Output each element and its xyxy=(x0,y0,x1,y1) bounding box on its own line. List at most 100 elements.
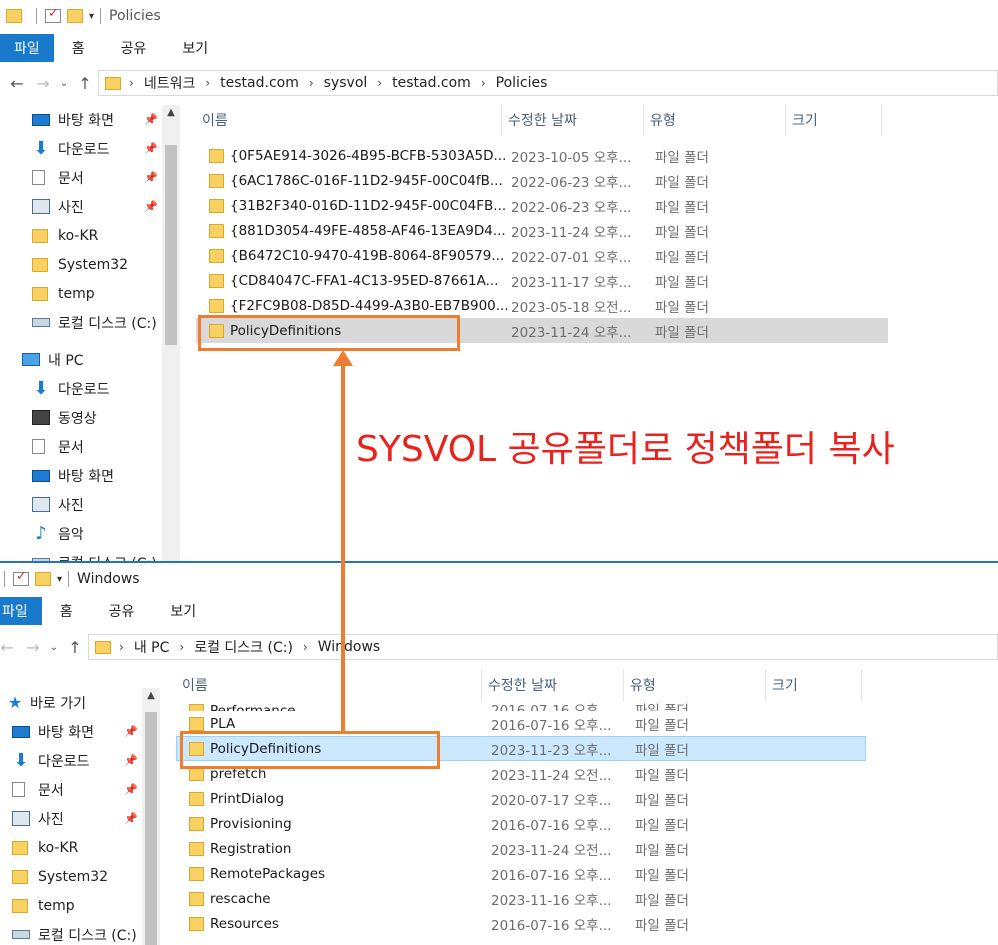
breadcrumb-domain[interactable]: testad.com xyxy=(220,75,299,91)
sidebar-item-desktop[interactable]: 바탕 화면 📌 xyxy=(32,105,180,134)
column-size[interactable]: 크기 xyxy=(786,104,882,136)
new-folder-icon[interactable] xyxy=(35,572,51,586)
breadcrumb-windows[interactable]: Windows xyxy=(318,639,381,655)
back-arrow-icon[interactable]: ← xyxy=(4,74,30,93)
customize-quick-access-icon[interactable]: ▾ xyxy=(57,574,62,585)
sidebar-item-downloads[interactable]: ⬇ 다운로드 📌 xyxy=(12,746,160,775)
properties-icon[interactable] xyxy=(45,6,61,23)
folder-icon xyxy=(189,766,204,781)
sidebar-item-temp[interactable]: temp xyxy=(32,279,180,308)
sidebar-item-documents[interactable]: 문서 xyxy=(32,432,180,461)
forward-arrow-icon[interactable]: → xyxy=(20,638,46,657)
column-type[interactable]: 유형 xyxy=(644,104,786,136)
tab-share[interactable]: 공유 xyxy=(103,34,165,62)
customize-quick-access-icon[interactable]: ▾ xyxy=(89,11,94,22)
table-row[interactable]: PrintDialog 2020-07-17 오후... 파일 폴더 xyxy=(176,786,876,811)
pictures-icon xyxy=(32,497,50,512)
address-bar[interactable]: › 내 PC › 로컬 디스크 (C:) › Windows xyxy=(88,634,998,660)
sidebar-item-desktop[interactable]: 바탕 화면 📌 xyxy=(12,717,160,746)
forward-arrow-icon[interactable]: → xyxy=(30,74,56,93)
sidebar-item-downloads[interactable]: ⬇ 다운로드 xyxy=(32,374,180,403)
new-folder-icon[interactable] xyxy=(67,9,83,23)
breadcrumb-this-pc[interactable]: 내 PC xyxy=(134,637,170,657)
scrollbar-thumb[interactable] xyxy=(145,712,157,945)
up-arrow-icon[interactable]: ↑ xyxy=(72,74,98,93)
title-bar: ▾ Policies xyxy=(0,0,998,32)
tab-file[interactable]: 파일 xyxy=(0,597,42,625)
scrollbar-thumb[interactable] xyxy=(165,145,177,345)
chevron-right-icon[interactable]: › xyxy=(309,76,314,90)
tab-share[interactable]: 공유 xyxy=(91,597,153,625)
table-row[interactable]: PLA 2016-07-16 오후... 파일 폴더 xyxy=(176,711,876,736)
address-bar[interactable]: › 네트워크 › testad.com › sysvol › testad.co… xyxy=(98,70,998,96)
tab-view[interactable]: 보기 xyxy=(152,597,214,625)
sidebar-item-music[interactable]: ♪ 음악 xyxy=(32,519,180,548)
breadcrumb-domain-folder[interactable]: testad.com xyxy=(392,75,471,91)
back-arrow-icon[interactable]: ← xyxy=(0,638,20,657)
table-row[interactable]: {B6472C10-9470-419B-8064-8F90579... 2022-… xyxy=(196,243,896,268)
sidebar-item-desktop[interactable]: 바탕 화면 xyxy=(32,461,180,490)
sidebar-item-ko-kr[interactable]: ko-KR xyxy=(12,833,160,862)
breadcrumb-policies[interactable]: Policies xyxy=(496,75,548,91)
tab-home[interactable]: 홈 xyxy=(54,34,103,62)
table-row[interactable]: {31B2F340-016D-11D2-945F-00C04FB... 2022-… xyxy=(196,193,896,218)
sidebar-item-temp[interactable]: temp xyxy=(12,891,160,920)
table-row[interactable]: Resources 2016-07-16 오후... 파일 폴더 xyxy=(176,911,876,936)
chevron-right-icon[interactable]: › xyxy=(205,76,210,90)
sidebar-item-system32[interactable]: System32 xyxy=(32,250,180,279)
breadcrumb-network[interactable]: 네트워크 xyxy=(144,73,196,93)
column-name[interactable]: ^ 이름 xyxy=(196,104,502,136)
sidebar-item-this-pc[interactable]: 내 PC xyxy=(22,345,180,374)
table-row[interactable]: Provisioning 2016-07-16 오후... 파일 폴더 xyxy=(176,811,876,836)
sidebar-item-ko-kr[interactable]: ko-KR xyxy=(32,221,180,250)
sidebar-item-videos[interactable]: 동영상 xyxy=(32,403,180,432)
table-row[interactable]: rescache 2023-11-16 오후... 파일 폴더 xyxy=(176,886,876,911)
recent-locations-icon[interactable]: ⌄ xyxy=(46,642,62,653)
folder-icon xyxy=(32,286,48,301)
sidebar-item-quick-access[interactable]: ★ 바로 가기 xyxy=(6,688,160,717)
sidebar-item-system32[interactable]: System32 xyxy=(12,862,160,891)
properties-icon[interactable] xyxy=(13,569,29,586)
table-row-selected[interactable]: PolicyDefinitions 2023-11-23 오후... 파일 폴더 xyxy=(176,736,866,761)
recent-locations-icon[interactable]: ⌄ xyxy=(56,78,72,89)
sidebar-scrollbar[interactable]: ▲ xyxy=(162,105,180,562)
up-arrow-icon[interactable]: ↑ xyxy=(62,638,88,657)
sidebar-item-local-disk[interactable]: 로컬 디스크 (C:) xyxy=(32,308,180,337)
sidebar-item-local-disk[interactable]: 로컬 디스크 (C:) xyxy=(12,920,160,945)
table-row[interactable]: {0F5AE914-3026-4B95-BCFB-5303A5D... 2023-… xyxy=(196,143,896,168)
table-row[interactable]: Registration 2023-11-24 오전... 파일 폴더 xyxy=(176,836,876,861)
sidebar-item-documents[interactable]: 문서 📌 xyxy=(32,163,180,192)
table-row[interactable]: prefetch 2023-11-24 오전... 파일 폴더 xyxy=(176,761,876,786)
table-row[interactable]: {CD84047C-FFA1-4C13-95ED-87661A... 2023-1… xyxy=(196,268,896,293)
pin-icon: 📌 xyxy=(124,812,138,825)
chevron-right-icon[interactable]: › xyxy=(179,640,184,654)
table-row[interactable]: RemotePackages 2016-07-16 오후... 파일 폴더 xyxy=(176,861,876,886)
chevron-right-icon[interactable]: › xyxy=(129,76,134,90)
breadcrumb-sysvol[interactable]: sysvol xyxy=(324,75,368,91)
tab-home[interactable]: 홈 xyxy=(42,597,91,625)
table-row[interactable]: {881D3054-49FE-4858-AF46-13EA9D4... 2023-… xyxy=(196,218,896,243)
table-row[interactable]: {F2FC9B08-D85D-4499-A3B0-EB7B900... 2023-… xyxy=(196,293,896,318)
sidebar-item-downloads[interactable]: ⬇ 다운로드 📌 xyxy=(32,134,180,163)
scroll-up-icon[interactable]: ▲ xyxy=(142,690,160,701)
sidebar-item-pictures[interactable]: 사진 📌 xyxy=(12,804,160,833)
chevron-right-icon[interactable]: › xyxy=(377,76,382,90)
folder-icon xyxy=(12,898,28,913)
table-row-selected[interactable]: PolicyDefinitions 2023-11-24 오후... 파일 폴더 xyxy=(196,318,888,343)
chevron-right-icon[interactable]: › xyxy=(303,640,308,654)
chevron-right-icon[interactable]: › xyxy=(481,76,486,90)
sidebar-item-pictures[interactable]: 사진 xyxy=(32,490,180,519)
sidebar-item-pictures[interactable]: 사진 📌 xyxy=(32,192,180,221)
tab-file[interactable]: 파일 xyxy=(0,34,54,62)
breadcrumb-local-disk[interactable]: 로컬 디스크 (C:) xyxy=(194,637,293,657)
tab-view[interactable]: 보기 xyxy=(164,34,226,62)
folder-icon xyxy=(209,148,224,163)
scroll-up-icon[interactable]: ▲ xyxy=(162,107,180,118)
sidebar-item-documents[interactable]: 문서 📌 xyxy=(12,775,160,804)
sidebar-scrollbar[interactable]: ▲ xyxy=(142,688,160,945)
chevron-right-icon[interactable]: › xyxy=(119,640,124,654)
table-row[interactable]: {6AC1786C-016F-11D2-945F-00C04fB... 2022-… xyxy=(196,168,896,193)
sidebar-item-local-disk[interactable]: 로컬 디스크 (C:) xyxy=(32,548,180,562)
table-row-partial[interactable]: Performance 2016-07-16 오후... 파일 폴더 xyxy=(176,696,876,711)
column-date-modified[interactable]: 수정한 날짜 xyxy=(502,104,644,136)
